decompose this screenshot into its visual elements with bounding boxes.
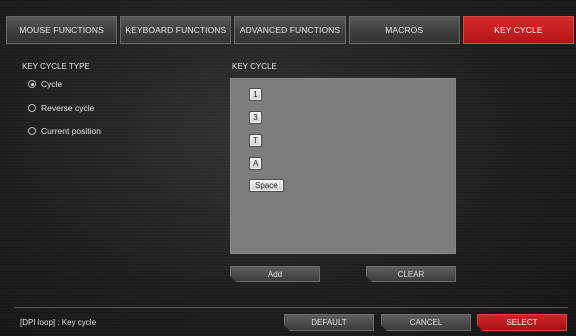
tab-macros[interactable]: MACROS [348, 16, 460, 44]
footer-divider [14, 307, 568, 308]
radio-unchecked-icon [28, 127, 36, 135]
radio-reverse-cycle[interactable]: Reverse cycle [28, 102, 101, 114]
key-cap-t[interactable]: T [249, 134, 262, 147]
key-cycle-heading: KEY CYCLE [232, 62, 277, 71]
key-cap-3[interactable]: 3 [249, 111, 262, 124]
key-cap-space[interactable]: Space [249, 179, 284, 192]
select-button[interactable]: SELECT [477, 314, 567, 331]
status-text: [DPI loop] : Key cycle [20, 318, 97, 327]
radio-cycle-label: Cycle [41, 79, 63, 89]
key-cap-a[interactable]: A [249, 157, 263, 170]
radio-reverse-cycle-label: Reverse cycle [41, 102, 95, 113]
key-cycle-list: 1 3 T A Space [230, 78, 456, 254]
key-cap-1[interactable]: 1 [249, 88, 262, 101]
tab-advanced-functions[interactable]: ADVANCED FUNCTIONS [234, 16, 346, 44]
radio-cycle[interactable]: Cycle [28, 78, 101, 90]
radio-current-position-label: Current position [41, 126, 102, 136]
radio-current-position[interactable]: Current position [28, 125, 101, 137]
add-button[interactable]: Add [230, 266, 320, 282]
tab-key-cycle[interactable]: KEY CYCLE [462, 16, 575, 44]
default-button[interactable]: DEFAULT [284, 314, 374, 331]
key-cycle-type-radio-group: Cycle Reverse cycle Current position [28, 78, 101, 149]
radio-checked-icon [28, 80, 36, 88]
clear-button[interactable]: CLEAR [366, 266, 456, 282]
tab-mouse-functions[interactable]: MOUSE FUNCTIONS [6, 16, 118, 44]
cancel-button[interactable]: CANCEL [381, 314, 471, 331]
tab-keyboard-functions[interactable]: KEYBOARD FUNCTIONS [120, 16, 232, 44]
radio-unchecked-icon [28, 103, 36, 112]
function-tabs: MOUSE FUNCTIONS KEYBOARD FUNCTIONS ADVAN… [6, 16, 575, 44]
key-cycle-type-heading: KEY CYCLE TYPE [22, 62, 90, 71]
